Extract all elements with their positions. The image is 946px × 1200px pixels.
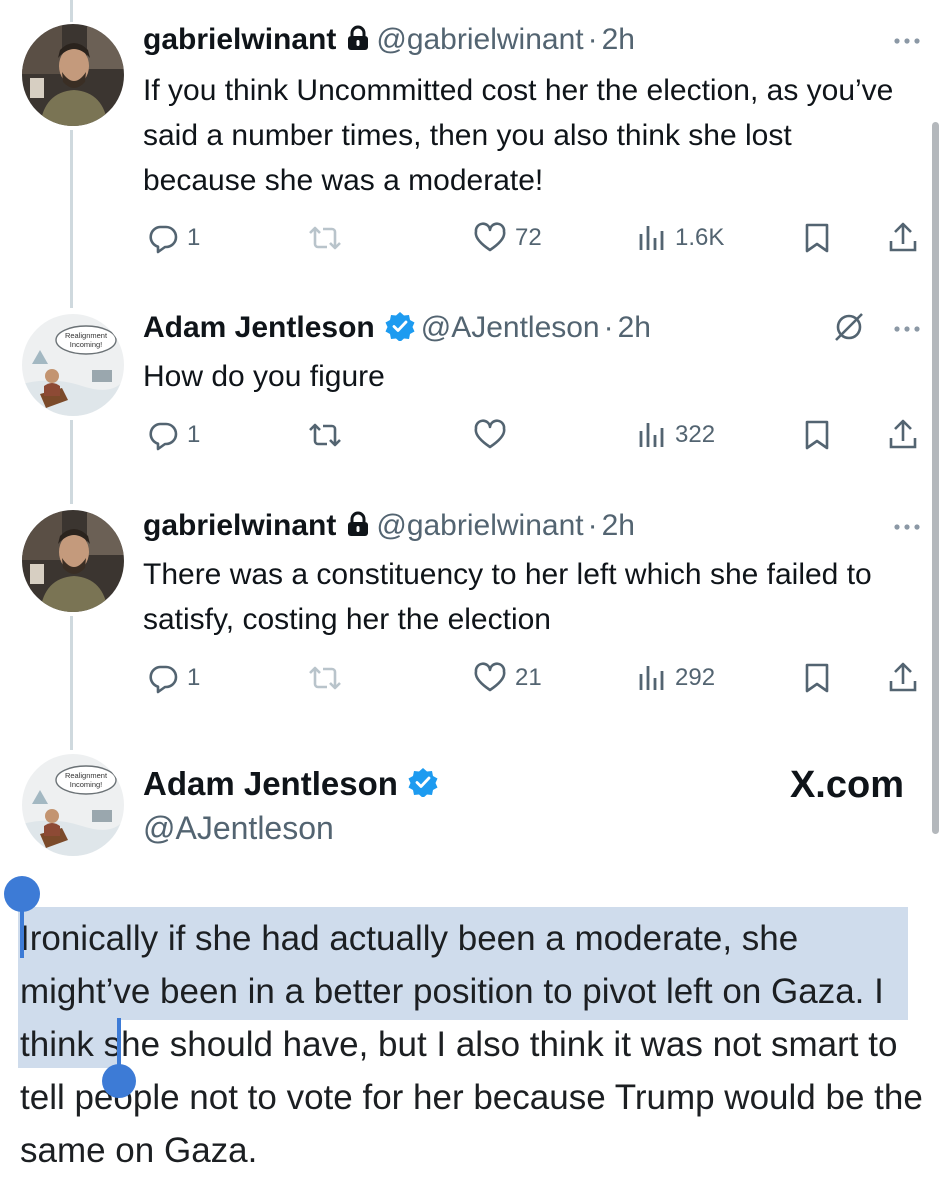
bookmark-button[interactable]	[803, 656, 831, 700]
bookmark-button[interactable]	[803, 216, 831, 260]
heart-icon	[474, 662, 506, 692]
bookmark-icon	[805, 420, 829, 450]
brand-watermark: X.com	[789, 764, 904, 806]
retweet-button[interactable]	[307, 656, 351, 700]
views-icon	[639, 666, 664, 690]
thread-line-1	[70, 130, 73, 308]
more-options-icon[interactable]	[892, 512, 922, 542]
views-icon	[639, 226, 664, 250]
avatar[interactable]	[22, 24, 124, 126]
verified-badge-icon	[385, 311, 415, 346]
selection-end-stem	[117, 1018, 121, 1070]
share-icon	[889, 222, 917, 252]
author-handle[interactable]: @gabrielwinant	[376, 509, 583, 542]
separator-dot: ·	[603, 311, 614, 344]
reply-button[interactable]: 1	[147, 413, 200, 457]
author-name[interactable]: Adam Jentleson	[143, 311, 375, 344]
scrollbar[interactable]	[932, 122, 939, 834]
verified-badge-icon	[408, 763, 438, 809]
author-handle[interactable]: @AJentleson	[421, 311, 600, 344]
bookmark-icon	[805, 223, 829, 253]
author-name[interactable]: gabrielwinant	[143, 509, 336, 542]
like-button[interactable]: 21	[473, 656, 542, 700]
author-handle[interactable]: @AJentleson	[143, 806, 334, 850]
more-options-icon[interactable]	[892, 26, 922, 56]
retweet-button[interactable]	[307, 413, 351, 457]
reply-button[interactable]: 1	[147, 216, 200, 260]
thread-line-top	[70, 0, 73, 22]
heart-icon	[474, 222, 506, 252]
views-button[interactable]: 322	[637, 413, 715, 457]
tweet-header: gabrielwinant @gabrielwinant · 2h	[143, 18, 635, 62]
separator-dot: ·	[587, 509, 598, 542]
share-button[interactable]	[887, 656, 919, 700]
avatar-caption-line-2: Incoming!	[70, 780, 103, 789]
view-count: 1.6K	[675, 224, 725, 251]
author-name-text: Adam Jentleson	[143, 765, 398, 802]
tweet-text: How do you figure	[143, 360, 385, 393]
like-button[interactable]: 72	[473, 216, 542, 260]
views-button[interactable]: 292	[637, 656, 715, 700]
tweet-text: There was a constituency to her left whi…	[143, 558, 872, 636]
avatar-caption-line-1: Realignment	[65, 771, 108, 780]
lock-icon	[346, 25, 370, 56]
timestamp[interactable]: 2h	[602, 23, 635, 56]
reply-count: 1	[187, 664, 201, 691]
main-tweet-text[interactable]: Ironically if she had actually been a mo…	[20, 912, 925, 1177]
tweet-text: If you think Uncommitted cost her the el…	[143, 74, 894, 197]
retweet-icon	[309, 226, 341, 250]
author-name[interactable]: gabrielwinant	[143, 23, 336, 56]
retweet-button[interactable]	[307, 216, 351, 260]
share-icon	[889, 419, 917, 449]
more-options-icon[interactable]	[892, 314, 922, 344]
author-name[interactable]: Adam Jentleson	[143, 761, 438, 809]
timestamp[interactable]: 2h	[602, 509, 635, 542]
share-button[interactable]	[887, 216, 919, 260]
author-handle[interactable]: @gabrielwinant	[376, 23, 583, 56]
tweet-actions: 1 21 292	[143, 656, 933, 700]
like-count: 21	[515, 664, 542, 691]
avatar[interactable]	[22, 510, 124, 612]
reply-button[interactable]: 1	[147, 656, 200, 700]
lock-icon	[346, 511, 370, 542]
retweet-icon	[309, 666, 341, 690]
svg-text:Incoming!: Incoming!	[70, 340, 103, 349]
reply-count: 1	[187, 224, 201, 251]
avatar[interactable]: Realignment Incoming!	[22, 314, 124, 416]
thread-line-3	[70, 616, 73, 750]
bookmark-button[interactable]	[803, 413, 831, 457]
tweet-actions: 1 322	[143, 413, 933, 457]
bookmark-icon	[805, 663, 829, 693]
selected-text[interactable]: Ironically if she had actually been a mo…	[20, 919, 864, 1011]
tweet-header: gabrielwinant @gabrielwinant · 2h	[143, 504, 635, 548]
reply-icon	[149, 665, 178, 694]
share-icon	[889, 662, 917, 692]
reply-icon	[149, 422, 178, 451]
reply-icon	[149, 225, 178, 254]
svg-text:Realignment: Realignment	[65, 331, 108, 340]
views-button[interactable]: 1.6K	[637, 216, 724, 260]
share-button[interactable]	[887, 413, 919, 457]
view-count: 322	[675, 421, 716, 448]
view-count: 292	[675, 664, 716, 691]
separator-dot: ·	[587, 23, 598, 56]
selection-end-handle[interactable]	[102, 1064, 136, 1098]
muted-notifications-icon[interactable]	[832, 310, 866, 344]
reply-count: 1	[187, 421, 201, 448]
timestamp[interactable]: 2h	[618, 311, 651, 344]
thread-line-2	[70, 420, 73, 504]
like-count: 72	[515, 224, 542, 251]
tweet-actions: 1 72 1.6K	[143, 216, 933, 260]
heart-icon	[474, 419, 506, 449]
views-icon	[639, 423, 664, 447]
tweet-header: Adam Jentleson @AJentleson · 2h	[143, 306, 651, 350]
selection-start-handle[interactable]	[4, 876, 40, 912]
like-button[interactable]	[473, 413, 515, 457]
retweet-icon	[309, 423, 341, 447]
avatar[interactable]: Realignment Incoming!	[22, 754, 124, 856]
